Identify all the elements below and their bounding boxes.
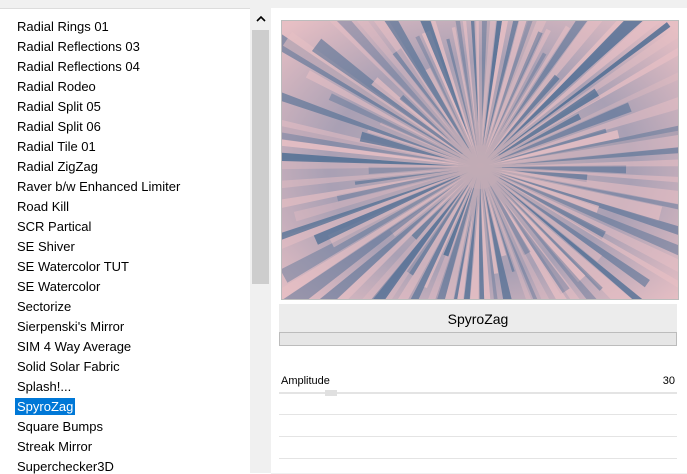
scroll-thumb[interactable] — [252, 30, 269, 284]
list-item-label: SpyroZag — [15, 398, 76, 415]
filter-list-panel[interactable]: Radial Rings 01 Radial Reflections 03 Radi… — [0, 8, 271, 474]
param-value: 30 — [662, 375, 675, 387]
filter-list-scrollbar[interactable] — [250, 8, 271, 473]
list-item[interactable]: SpyroZag — [0, 397, 250, 417]
preview-image — [281, 20, 679, 300]
list-item-label: Radial Split 06 — [17, 119, 101, 134]
list-item-label: Streak Mirror — [17, 439, 93, 454]
param-label: Amplitude — [281, 375, 330, 387]
list-item-label: SCR Partical — [17, 219, 92, 234]
list-item-label: Sierpenski's Mirror — [17, 319, 125, 334]
amplitude-slider-thumb[interactable] — [325, 390, 338, 396]
filter-name-label: SpyroZag — [279, 304, 677, 334]
list-item[interactable]: Sierpenski's Mirror — [0, 317, 250, 337]
list-item-label: Radial Split 05 — [17, 99, 101, 114]
list-item-label: Splash!... — [17, 379, 72, 394]
list-item[interactable]: SE Watercolor — [0, 277, 250, 297]
param-divider — [279, 436, 677, 437]
list-item[interactable]: Radial Reflections 04 — [0, 57, 250, 77]
list-item[interactable]: Radial Tile 01 — [0, 137, 250, 157]
list-item[interactable]: SIM 4 Way Average — [0, 337, 250, 357]
filter-list[interactable]: Radial Rings 01 Radial Reflections 03 Radi… — [0, 17, 250, 474]
list-item[interactable]: Splash!... — [0, 377, 250, 397]
list-item[interactable]: Sectorize — [0, 297, 250, 317]
list-item[interactable]: Road Kill — [0, 197, 250, 217]
list-item[interactable]: Solid Solar Fabric — [0, 357, 250, 377]
list-item[interactable]: Radial Split 05 — [0, 97, 250, 117]
list-item-label: Radial Reflections 04 — [17, 59, 140, 74]
list-item-label: Radial Rings 01 — [17, 19, 109, 34]
list-item-label: SE Watercolor TUT — [17, 259, 129, 274]
list-item-label: Sectorize — [17, 299, 72, 314]
list-item[interactable]: Raver b/w Enhanced Limiter — [0, 177, 250, 197]
list-item[interactable]: Radial Reflections 03 — [0, 37, 250, 57]
list-item-label: Radial Rodeo — [17, 79, 96, 94]
list-item[interactable]: Radial Rodeo — [0, 77, 250, 97]
list-item-label: SE Shiver — [17, 239, 75, 254]
list-item-label: Radial Tile 01 — [17, 139, 96, 154]
preview-panel: SpyroZag Amplitude 30 — [271, 8, 687, 473]
list-item-label: Solid Solar Fabric — [17, 359, 120, 374]
chevron-up-icon — [255, 15, 266, 22]
list-item[interactable]: SE Watercolor TUT — [0, 257, 250, 277]
list-item[interactable]: Radial ZigZag — [0, 157, 250, 177]
list-item[interactable]: Radial Split 06 — [0, 117, 250, 137]
list-item-label: Raver b/w Enhanced Limiter — [17, 179, 181, 194]
list-item-label: Road Kill — [17, 199, 70, 214]
list-item[interactable]: SE Shiver — [0, 237, 250, 257]
progress-bar — [279, 332, 677, 346]
list-item-label: Radial ZigZag — [17, 159, 98, 174]
param-divider — [279, 414, 677, 415]
list-item-label: SE Watercolor — [17, 279, 101, 294]
list-item[interactable]: Streak Mirror — [0, 437, 250, 457]
list-item-label: Superchecker3D — [17, 459, 114, 474]
list-item-label: SIM 4 Way Average — [17, 339, 132, 354]
param-divider — [279, 458, 677, 459]
list-item[interactable]: SCR Partical — [0, 217, 250, 237]
list-item[interactable]: Square Bumps — [0, 417, 250, 437]
list-item[interactable]: Superchecker3D — [0, 457, 250, 474]
list-item-label: Radial Reflections 03 — [17, 39, 140, 54]
amplitude-slider[interactable] — [279, 390, 677, 396]
scroll-up-button[interactable] — [250, 8, 271, 28]
param-row-amplitude: Amplitude 30 — [281, 372, 677, 390]
list-item[interactable]: Radial Rings 01 — [0, 17, 250, 37]
list-item-label: Square Bumps — [17, 419, 103, 434]
